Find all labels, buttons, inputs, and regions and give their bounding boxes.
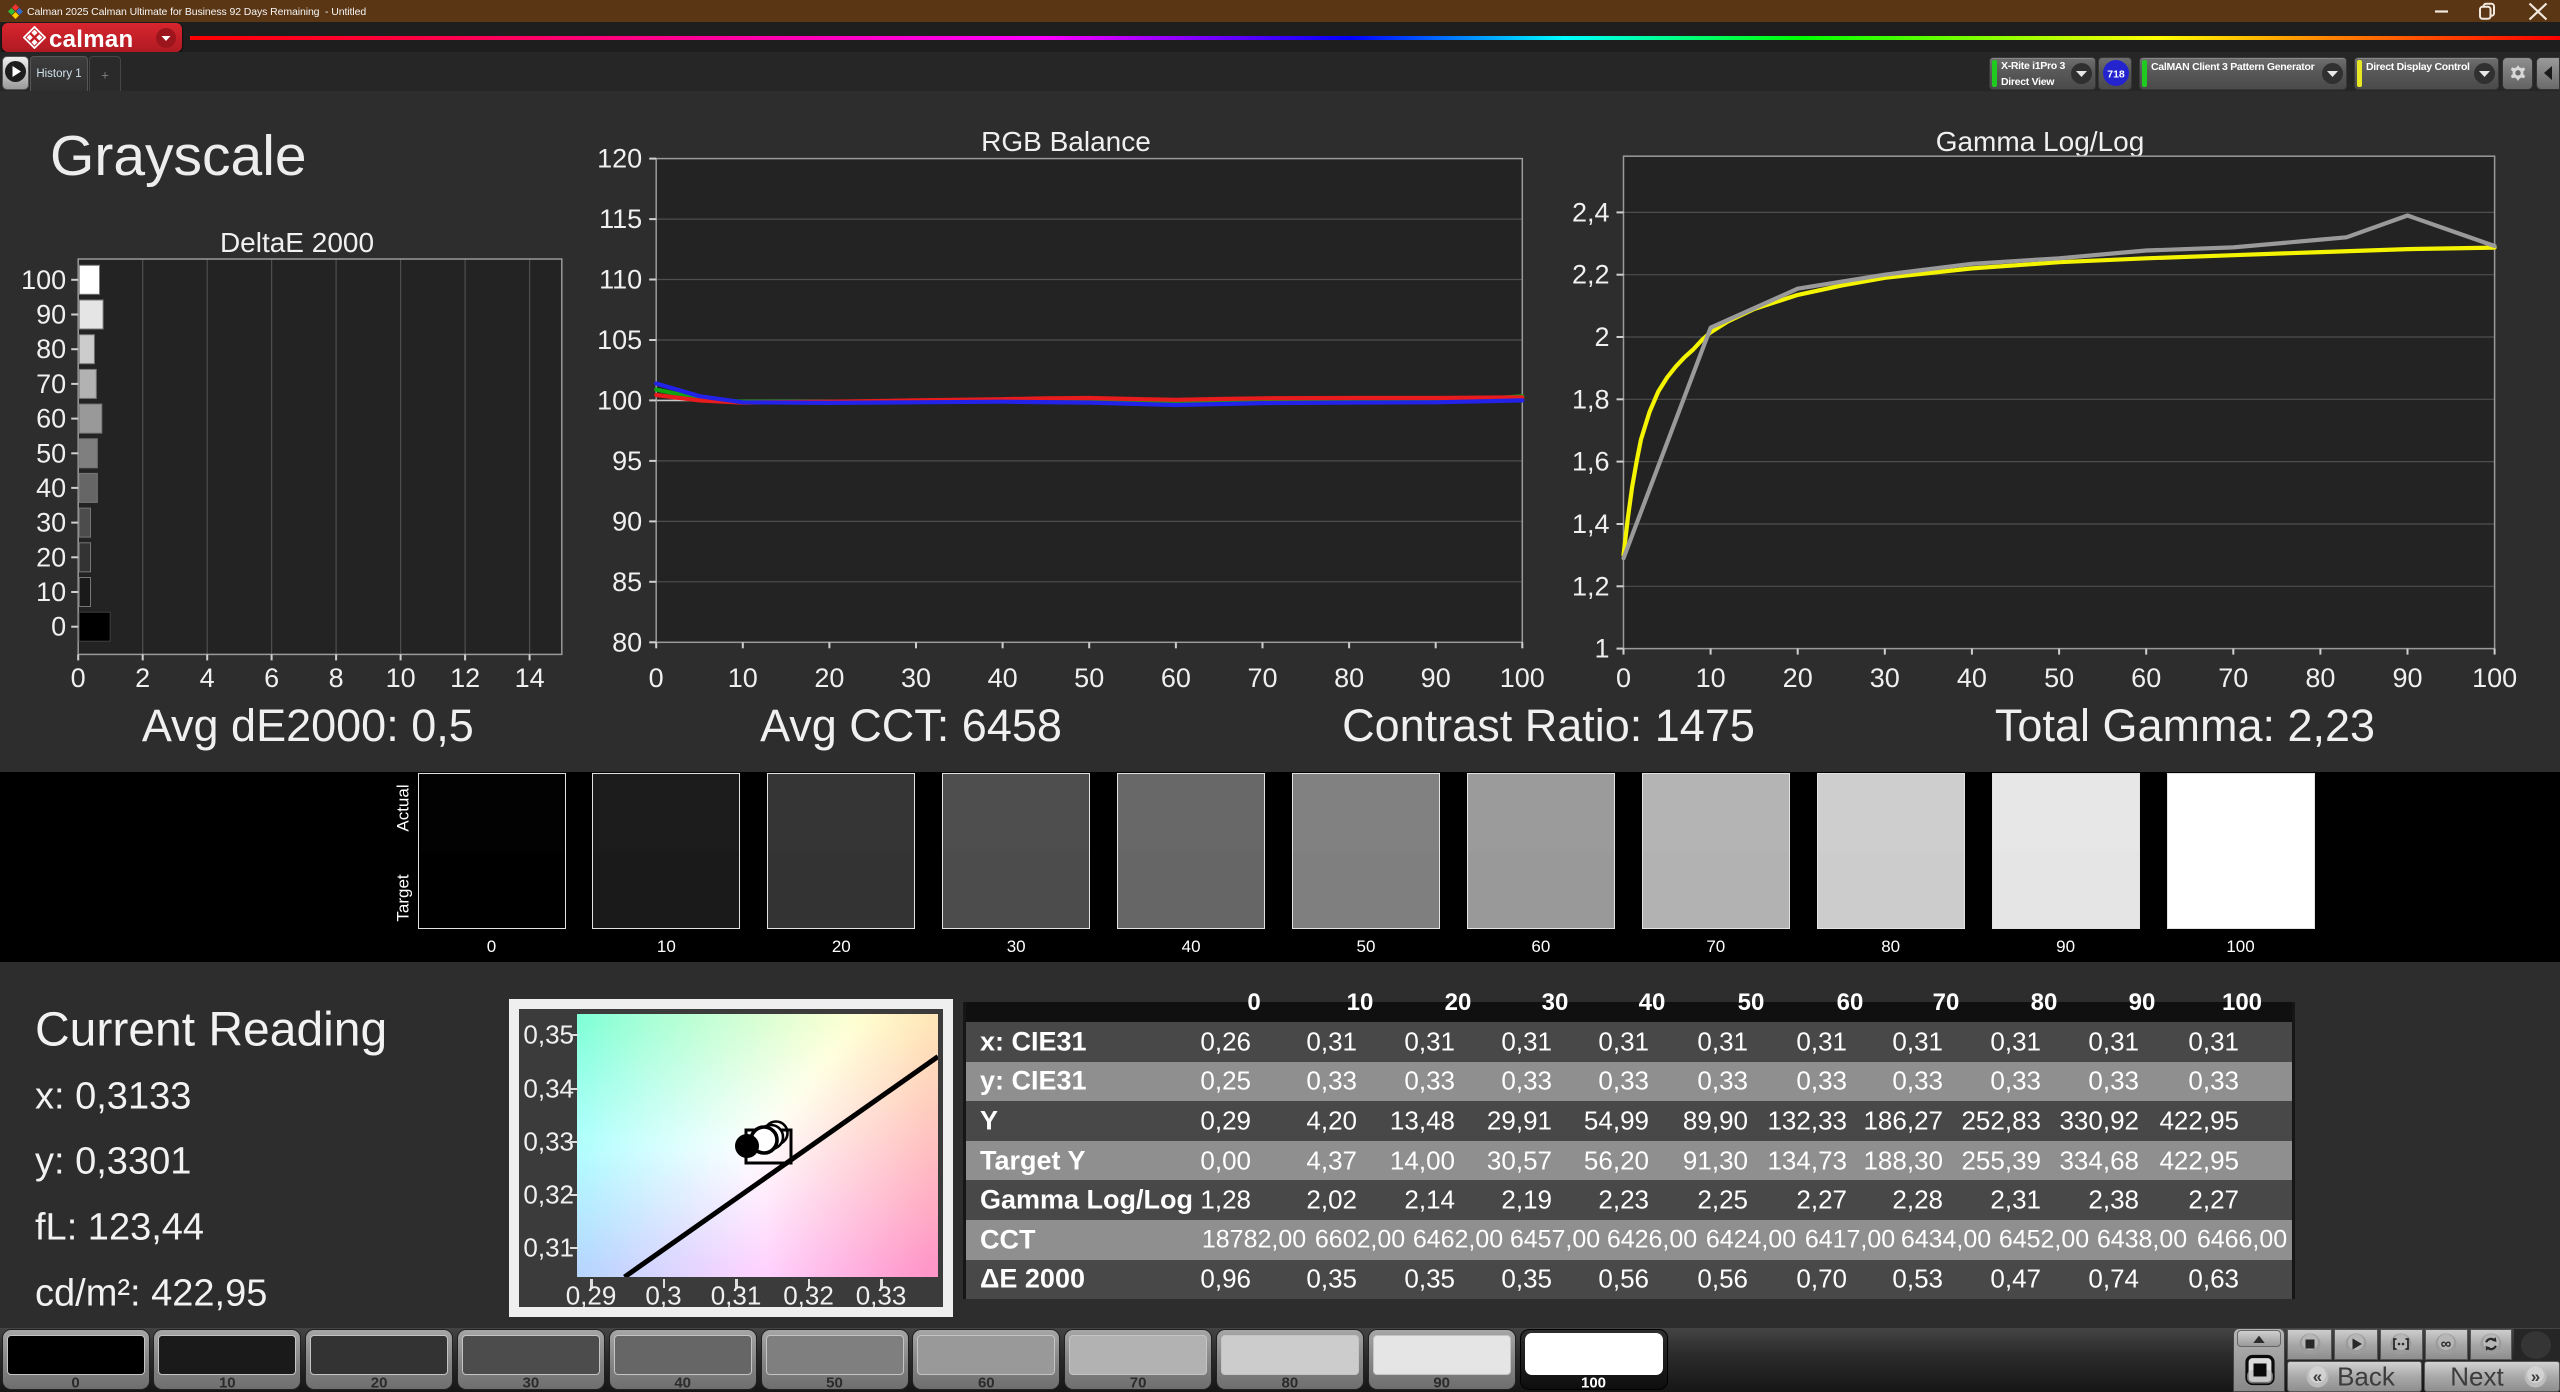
svg-text:30: 30: [36, 508, 66, 538]
svg-text:1,4: 1,4: [1572, 509, 1610, 539]
svg-text:10: 10: [1696, 663, 1726, 693]
svg-text:95: 95: [612, 446, 642, 476]
svg-text:8: 8: [329, 663, 344, 693]
svg-text:70: 70: [36, 369, 66, 399]
svg-text:70: 70: [1247, 663, 1277, 693]
svg-text:90: 90: [2392, 663, 2422, 693]
svg-text:1,8: 1,8: [1572, 384, 1610, 414]
svg-text:2,2: 2,2: [1572, 260, 1610, 290]
svg-text:100: 100: [1500, 663, 1545, 693]
svg-text:1,2: 1,2: [1572, 571, 1610, 601]
svg-text:2: 2: [1594, 322, 1609, 352]
svg-text:85: 85: [612, 567, 642, 597]
svg-text:10: 10: [728, 663, 758, 693]
svg-text:100: 100: [597, 385, 642, 415]
svg-text:14: 14: [515, 663, 545, 693]
svg-text:30: 30: [901, 663, 931, 693]
svg-text:1,6: 1,6: [1572, 447, 1610, 477]
svg-text:RGB Balance: RGB Balance: [981, 126, 1151, 157]
svg-text:20: 20: [1783, 663, 1813, 693]
svg-text:»: »: [2531, 1367, 2540, 1386]
svg-text:12: 12: [450, 663, 480, 693]
svg-text:90: 90: [1421, 663, 1451, 693]
svg-text:718: 718: [2107, 69, 2125, 81]
svg-text:DeltaE 2000: DeltaE 2000: [220, 227, 374, 258]
svg-text:0: 0: [649, 663, 664, 693]
svg-text:30: 30: [1870, 663, 1900, 693]
svg-text:50: 50: [1074, 663, 1104, 693]
svg-text:90: 90: [36, 300, 66, 330]
svg-text:60: 60: [1161, 663, 1191, 693]
svg-text:40: 40: [988, 663, 1018, 693]
svg-text:60: 60: [36, 404, 66, 434]
svg-text:∞: ∞: [2441, 1336, 2452, 1353]
svg-text:0: 0: [1616, 663, 1631, 693]
svg-text:50: 50: [36, 438, 66, 468]
svg-text:10: 10: [386, 663, 416, 693]
svg-text:40: 40: [36, 473, 66, 503]
svg-text:100: 100: [21, 265, 66, 295]
svg-text:115: 115: [599, 204, 642, 234]
svg-text:0: 0: [71, 663, 86, 693]
svg-text:100: 100: [2472, 663, 2517, 693]
svg-text:80: 80: [612, 627, 642, 657]
svg-text:50: 50: [2044, 663, 2074, 693]
svg-text:120: 120: [597, 144, 642, 174]
svg-text:«: «: [2313, 1367, 2322, 1386]
svg-text:2: 2: [135, 663, 150, 693]
svg-text:6: 6: [264, 663, 279, 693]
svg-text:4: 4: [200, 663, 215, 693]
svg-text:10: 10: [36, 577, 66, 607]
svg-text:Gamma Log/Log: Gamma Log/Log: [1936, 126, 2145, 157]
svg-text:60: 60: [2131, 663, 2161, 693]
svg-text:1: 1: [1594, 634, 1609, 664]
svg-text:2,4: 2,4: [1572, 197, 1610, 227]
svg-text:80: 80: [1334, 663, 1364, 693]
svg-text:110: 110: [599, 265, 642, 295]
svg-text:105: 105: [597, 325, 642, 355]
svg-text:20: 20: [36, 542, 66, 572]
svg-text:80: 80: [36, 334, 66, 364]
svg-text:0: 0: [51, 612, 66, 642]
svg-text:20: 20: [814, 663, 844, 693]
svg-text:40: 40: [1957, 663, 1987, 693]
svg-text:70: 70: [2218, 663, 2248, 693]
svg-text:90: 90: [612, 506, 642, 536]
svg-text:80: 80: [2305, 663, 2335, 693]
